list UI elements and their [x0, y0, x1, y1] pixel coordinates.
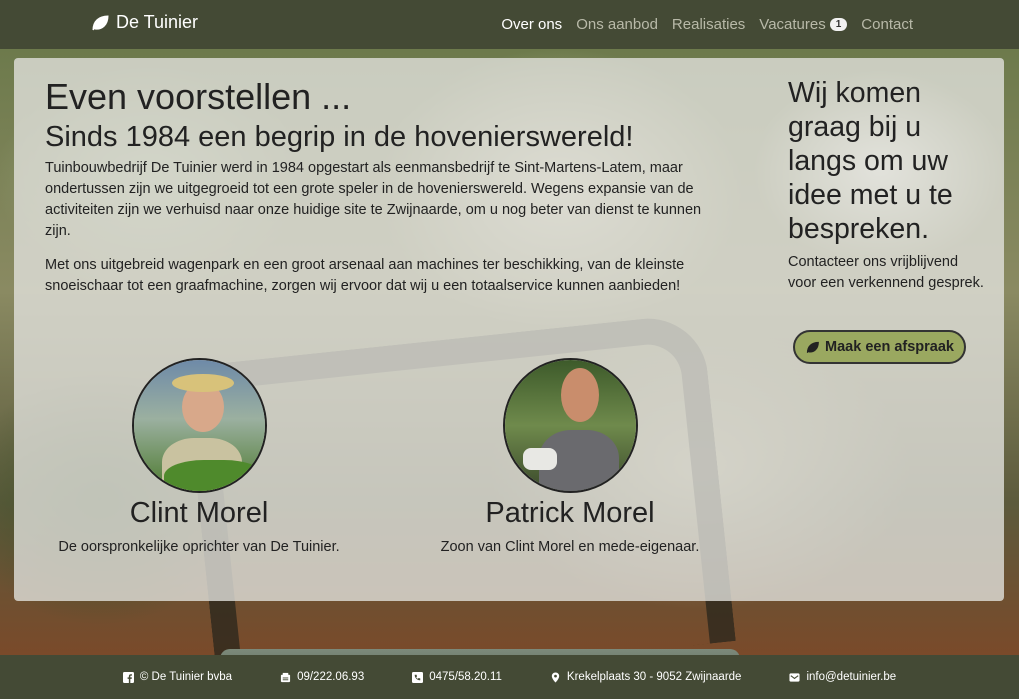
nav-item-realisaties[interactable]: Realisaties	[665, 16, 752, 33]
nav-item-vacatures-label: Vacatures	[759, 16, 826, 33]
footer-phone[interactable]: 09/222.06.93	[280, 671, 364, 683]
contact-callout: Wij komen graag bij u langs om uw idee m…	[788, 76, 988, 294]
person-role-clint: De oorspronkelijke oprichter van De Tuin…	[58, 539, 340, 555]
footer-company[interactable]: © De Tuinier bvba	[122, 671, 233, 683]
page-subtitle: Sinds 1984 een begrip in de hovenierswer…	[45, 121, 634, 153]
footer-email[interactable]: info@detuinier.be	[789, 671, 896, 683]
fax-phone-icon	[280, 672, 291, 682]
navbar: De Tuinier Over ons Ons aanbod Realisati…	[0, 0, 1019, 49]
nav-item-over-ons[interactable]: Over ons	[494, 16, 569, 33]
footer-address-text: Krekelplaats 30 - 9052 Zwijnaarde	[566, 671, 742, 683]
intro-section: Even voorstellen ... Sinds 1984 een begr…	[45, 76, 705, 297]
intro-paragraph-1: Tuinbouwbedrijf De Tuinier werd in 1984 …	[45, 160, 702, 239]
leaf-icon	[806, 341, 819, 353]
intro-paragraph-2: Met ons uitgebreid wagenpark en een groo…	[45, 257, 685, 294]
footer-email-text: info@detuinier.be	[806, 671, 897, 683]
person-role-patrick: Zoon van Clint Morel en mede-eigenaar.	[440, 539, 700, 555]
footer-mobile-text: 0475/58.20.11	[429, 671, 502, 683]
footer-mobile[interactable]: 0475/58.20.11	[412, 671, 502, 683]
map-marker-icon	[551, 671, 560, 683]
phone-square-icon	[412, 671, 424, 683]
person-card-clint: Clint Morel De oorspronkelijke oprichter…	[49, 358, 349, 555]
brand-name: De Tuinier	[116, 12, 199, 32]
callout-text: Contacteer ons vrijblijvend voor een ver…	[788, 254, 984, 291]
footer-phone-text: 09/222.06.93	[297, 671, 365, 683]
nav-item-ons-aanbod[interactable]: Ons aanbod	[569, 16, 665, 33]
make-appointment-label: Maak een afspraak	[825, 339, 954, 355]
brand-link[interactable]: De Tuinier	[90, 12, 198, 33]
person-name-patrick: Patrick Morel	[485, 497, 655, 529]
content-panel: Even voorstellen ... Sinds 1984 een begr…	[14, 58, 1004, 601]
callout-heading: Wij komen graag bij u langs om uw idee m…	[788, 77, 953, 245]
leaf-icon	[92, 14, 109, 30]
facebook-icon	[122, 671, 134, 683]
person-card-patrick: Patrick Morel Zoon van Clint Morel en me…	[420, 358, 720, 555]
avatar-patrick	[502, 358, 638, 493]
make-appointment-button[interactable]: Maak een afspraak	[793, 330, 966, 364]
nav-item-vacatures[interactable]: Vacatures 1	[752, 16, 854, 33]
footer-address[interactable]: Krekelplaats 30 - 9052 Zwijnaarde	[550, 671, 742, 683]
footer: © De Tuinier bvba 09/222.06.93 0475/58.2…	[0, 655, 1019, 699]
page-title: Even voorstellen ...	[45, 76, 352, 117]
nav-item-contact[interactable]: Contact	[854, 16, 920, 33]
vacatures-count-badge: 1	[829, 18, 848, 31]
envelope-icon	[789, 672, 800, 682]
footer-company-text: © De Tuinier bvba	[139, 671, 233, 683]
main-nav: Over ons Ons aanbod Realisaties Vacature…	[494, 0, 920, 49]
avatar-clint	[131, 358, 267, 493]
person-name-clint: Clint Morel	[129, 497, 269, 529]
